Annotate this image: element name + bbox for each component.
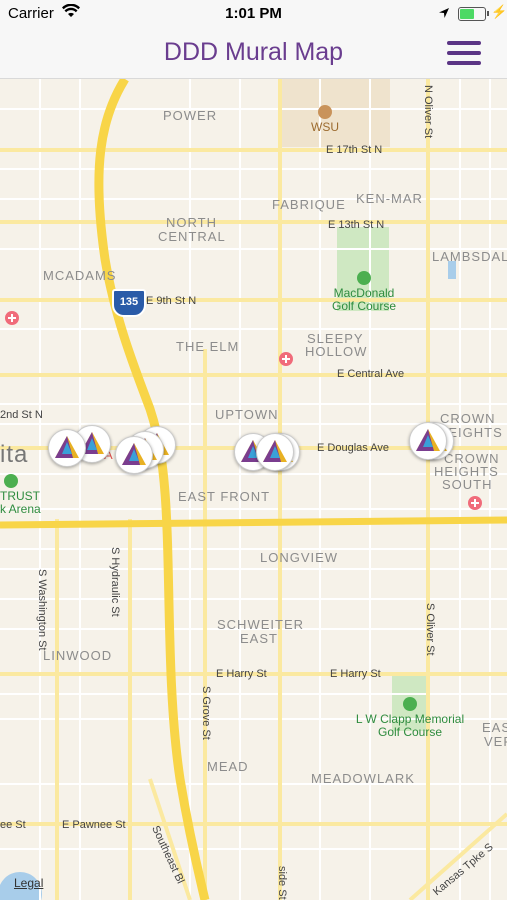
legal-link[interactable]: Legal (14, 876, 43, 890)
neighborhood-eas-line1: EAS (482, 720, 507, 735)
neighborhood-meadowlark: MEADOWLARK (311, 771, 415, 786)
macdonald-golf-course[interactable]: MacDonald Golf Course (324, 271, 404, 313)
neighborhood-crown-heights-south-line3: SOUTH (442, 477, 493, 492)
mural-pin[interactable] (409, 422, 447, 460)
neighborhood-eas-line2: VER (484, 734, 507, 749)
neighborhood-uptown: UPTOWN (215, 407, 279, 422)
street-e-central: E Central Ave (337, 368, 405, 380)
battery-icon (458, 7, 486, 21)
university-icon (318, 105, 332, 119)
hospital-icon (5, 311, 19, 325)
neighborhood-longview: LONGVIEW (260, 550, 339, 565)
map-view[interactable]: POWER FABRIQUE KEN-MAR NORTH CENTRAL LAM… (0, 79, 507, 900)
street-e-17th: E 17th St N (326, 144, 383, 156)
arena-label-line2: k Arena (0, 502, 41, 516)
interstate-shield-icon: 135 (112, 289, 146, 317)
neighborhood-mead: MEAD (207, 759, 249, 774)
neighborhood-north-central-line2: CENTRAL (158, 229, 226, 244)
mural-pin[interactable] (256, 433, 294, 471)
arena-place[interactable]: TRUST k Arena (0, 474, 41, 516)
street-s-hydraulic: S Hydraulic St (109, 547, 121, 617)
street-e-harry-west: E Harry St (216, 668, 267, 680)
clapp-golf-course[interactable]: L W Clapp Memorial Golf Course (350, 697, 470, 739)
nav-bar: DDD Mural Map (0, 28, 507, 79)
mural-pin[interactable] (48, 429, 86, 467)
street-hillside-fragment: side St (276, 866, 288, 900)
status-bar: Carrier 1:01 PM ⚡ (0, 0, 507, 28)
street-e-douglas: E Douglas Ave (317, 442, 389, 454)
neighborhood-schweiter-east-line1: SCHWEITER (217, 617, 304, 632)
neighborhood-lambsdale: LAMBSDAL (432, 249, 507, 264)
street-n-oliver: N Oliver St (422, 85, 434, 139)
street-e-pawnee: E Pawnee St (62, 819, 126, 831)
arena-icon (4, 474, 18, 488)
neighborhood-fabrique: FABRIQUE (272, 197, 346, 212)
city-label-fragment: ita (0, 441, 29, 468)
macdonald-label-line2: Golf Course (331, 299, 397, 313)
street-s-oliver: S Oliver St (424, 603, 436, 656)
neighborhood-east-front: EAST FRONT (178, 489, 271, 504)
neighborhood-mcadams: MCADAMS (43, 268, 117, 283)
street-e-harry-east: E Harry St (330, 668, 381, 680)
clock: 1:01 PM (225, 5, 282, 22)
street-s-grove: S Grove St (200, 686, 212, 740)
street-2nd: 2nd St N (0, 409, 43, 421)
street-s-washington: S Washington St (36, 569, 48, 651)
golf-icon (357, 271, 371, 285)
street-e-9th: E 9th St N (146, 295, 197, 307)
neighborhood-north-central-line1: NORTH (166, 215, 217, 230)
hospital-icon (468, 496, 482, 510)
wsu-place[interactable]: WSU (305, 105, 345, 134)
location-arrow-icon (438, 6, 450, 23)
neighborhood-ken-mar: KEN-MAR (356, 191, 423, 206)
neighborhood-schweiter-east-line2: EAST (240, 631, 278, 646)
hospital-icon (279, 352, 293, 366)
neighborhood-linwood: LINWOOD (43, 648, 113, 663)
street-pawnee-fragment: ee St (0, 819, 26, 831)
charging-bolt-icon: ⚡ (491, 4, 507, 19)
app-title: DDD Mural Map (163, 38, 344, 66)
hamburger-menu-icon[interactable] (447, 39, 481, 67)
golf-icon (403, 697, 417, 711)
neighborhood-power: POWER (163, 108, 218, 123)
wsu-label: WSU (311, 120, 339, 134)
mural-pin[interactable] (115, 436, 153, 474)
battery-tip (487, 11, 489, 16)
street-e-13th: E 13th St N (328, 219, 385, 231)
neighborhood-sleepy-hollow-line2: HOLLOW (305, 344, 368, 359)
neighborhood-the-elm: THE ELM (176, 339, 240, 354)
clapp-label-line2: Golf Course (377, 725, 443, 739)
neighborhood-crown-heights-line1: CROWN (440, 411, 496, 426)
